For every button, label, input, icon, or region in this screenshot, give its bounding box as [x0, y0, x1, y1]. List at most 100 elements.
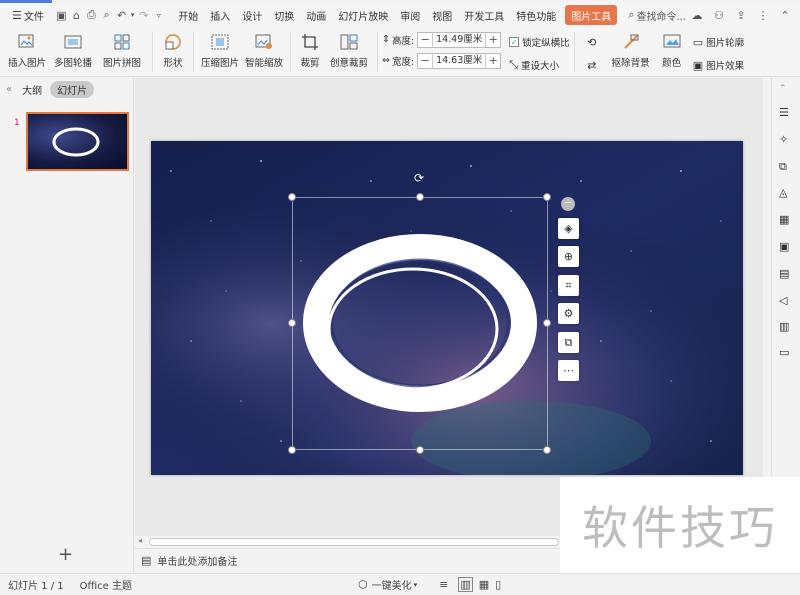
ribbon-divider [152, 32, 153, 72]
tab-outline[interactable]: 大纲 [22, 82, 42, 97]
more-options-icon[interactable]: ⋮ [752, 5, 774, 25]
chart-icon[interactable]: ▥ [779, 320, 793, 334]
collaborate-icon[interactable]: ⚇ [708, 5, 730, 25]
tab-start[interactable]: 开始 [172, 5, 204, 25]
resize-handle-w[interactable] [288, 319, 296, 327]
scroll-left-icon[interactable]: ◂ [138, 536, 142, 545]
tab-picture-tools[interactable]: 图片工具 [565, 5, 618, 25]
flip-icon[interactable]: ⇄ [587, 58, 596, 72]
fill-icon[interactable]: ◬ [779, 186, 793, 200]
print-preview-icon[interactable]: ⌕ [99, 5, 114, 25]
rotate-handle-icon[interactable]: ⟳ [414, 171, 424, 185]
smart-zoom-button[interactable]: 智能缩放 [242, 27, 286, 75]
undo-icon[interactable]: ↶ [114, 5, 129, 25]
sidebar-collapse-icon[interactable]: ⌃ [779, 84, 793, 98]
shape-button[interactable]: 形状 [157, 27, 189, 75]
multi-outline-button[interactable]: 多图轮播 [50, 27, 96, 75]
copy-icon[interactable]: ⧉ [779, 160, 793, 174]
tab-developer[interactable]: 开发工具 [458, 5, 510, 25]
tab-review[interactable]: 审阅 [394, 5, 426, 25]
notes-toggle-icon[interactable]: ≡ [439, 578, 448, 591]
more-tools-button[interactable]: ⋯ [558, 360, 579, 381]
zoom-in-button[interactable]: ⊕ [558, 246, 579, 267]
cloud-sync-icon[interactable]: ☁ [686, 5, 708, 25]
beautify-button[interactable]: ⬡ 一键美化 ▾ [358, 577, 417, 592]
crop-tool-button[interactable]: ⌗ [558, 275, 579, 296]
tab-transition[interactable]: 切换 [268, 5, 300, 25]
tab-special[interactable]: 特色功能 [510, 5, 562, 25]
width-decrease-button[interactable]: − [418, 54, 432, 67]
share-icon[interactable]: ⇪ [730, 5, 752, 25]
lock-ratio-checkbox[interactable]: ✓ 锁定纵横比 [509, 35, 570, 49]
width-increase-button[interactable]: + [486, 54, 500, 67]
tab-animation[interactable]: 动画 [300, 5, 332, 25]
picture-effect-button[interactable]: ▣ 图片效果 [692, 58, 745, 73]
file-menu[interactable]: ☰ 文件 [8, 5, 48, 25]
effect-icon: ▣ [692, 58, 704, 72]
resize-handle-e[interactable] [543, 319, 551, 327]
resize-handle-nw[interactable] [288, 193, 296, 201]
scroll-thumb[interactable] [149, 538, 559, 546]
normal-view-icon[interactable]: ▥ [458, 577, 473, 592]
tab-view[interactable]: 视图 [426, 5, 458, 25]
layers-button[interactable]: ◈ [558, 218, 579, 239]
archive-icon[interactable]: ▭ [779, 346, 793, 360]
width-stepper[interactable]: − 14.63厘米 + [417, 52, 502, 69]
tab-insert[interactable]: 插入 [204, 5, 236, 25]
tab-slides[interactable]: 幻灯片 [50, 80, 95, 98]
resize-handle-se[interactable] [543, 446, 551, 454]
picture-collage-button[interactable]: 图片拼图 [96, 27, 148, 75]
reset-size-button[interactable]: ⤡ 重设大小 [509, 58, 570, 72]
table-icon[interactable]: ▤ [779, 267, 793, 281]
save-icon[interactable]: ▣ [54, 5, 69, 25]
undo-dropdown-icon[interactable]: ▾ [129, 5, 136, 25]
slide-counter: 幻灯片 1 / 1 [8, 581, 64, 592]
tab-design[interactable]: 设计 [236, 5, 268, 25]
theme-name[interactable]: Office 主题 [80, 577, 132, 592]
slide-thumbnail[interactable] [26, 112, 129, 171]
collapse-panel-icon[interactable]: « [6, 84, 12, 95]
audio-icon[interactable]: ◁ [779, 294, 793, 308]
height-increase-button[interactable]: + [486, 33, 500, 46]
remove-background-button[interactable]: 抠除背景 [605, 27, 657, 75]
height-decrease-button[interactable]: − [418, 33, 432, 46]
print-icon[interactable]: ⎙ [84, 5, 99, 25]
color-button[interactable]: 颜色 [657, 27, 687, 75]
add-slide-button[interactable]: + [58, 544, 73, 565]
collapse-tools-icon[interactable]: − [561, 197, 575, 211]
rotate-icon[interactable]: ⟲ [587, 35, 596, 49]
reading-view-icon[interactable]: ▯ [495, 578, 501, 591]
sorter-view-icon[interactable]: ▦ [479, 578, 489, 591]
picture-outline-button[interactable]: ▭ 图片轮廓 [693, 35, 744, 50]
properties-icon[interactable]: ☰ [779, 106, 793, 120]
height-value[interactable]: 14.49厘米 [432, 32, 487, 47]
resize-handle-sw[interactable] [288, 446, 296, 454]
command-search[interactable]: ⌕ 查找命令... [628, 8, 686, 23]
replace-picture-icon: ⧉ [564, 335, 573, 349]
animation-icon[interactable]: ✧ [779, 133, 793, 147]
replace-picture-button[interactable]: ⧉ [558, 332, 579, 353]
collapse-ribbon-icon[interactable]: ⌃ [774, 5, 796, 25]
horizontal-scrollbar[interactable]: ◂ [135, 536, 560, 548]
image-icon[interactable]: ▣ [779, 240, 793, 254]
resize-handle-n[interactable] [416, 193, 424, 201]
redo-icon[interactable]: ↷ [136, 5, 151, 25]
ribbon-toolbar: 插入图片 多图轮播 图片拼图 形状 压缩图片 智能缩放 裁剪 创意裁剪 ⇕ 高度… [0, 27, 800, 77]
creative-crop-button[interactable]: 创意裁剪 [325, 27, 373, 75]
format-painter-icon[interactable]: ⌂ [69, 5, 84, 25]
tab-slideshow[interactable]: 幻灯片放映 [332, 5, 394, 25]
grid-icon[interactable]: ▦ [779, 213, 793, 227]
cutout-button[interactable]: ⚙ [558, 303, 579, 324]
picture-effect-label: 图片效果 [706, 61, 745, 72]
quick-access-more-icon[interactable]: ▿ [151, 5, 166, 25]
resize-handle-ne[interactable] [543, 193, 551, 201]
resize-handle-s[interactable] [416, 446, 424, 454]
compress-picture-button[interactable]: 压缩图片 [198, 27, 242, 75]
width-value[interactable]: 14.63厘米 [432, 53, 487, 68]
notes-area[interactable]: ▤ 单击此处添加备注 [135, 548, 560, 572]
crop-button[interactable]: 裁剪 [295, 27, 325, 75]
compress-icon [211, 33, 229, 51]
insert-picture-button[interactable]: 插入图片 [4, 27, 50, 75]
menu-bar: ☰ 文件 ▣ ⌂ ⎙ ⌕ ↶ ▾ ↷ ▿ 开始 插入 设计 切换 动画 幻灯片放… [0, 3, 800, 27]
height-stepper[interactable]: − 14.49厘米 + [417, 31, 502, 48]
